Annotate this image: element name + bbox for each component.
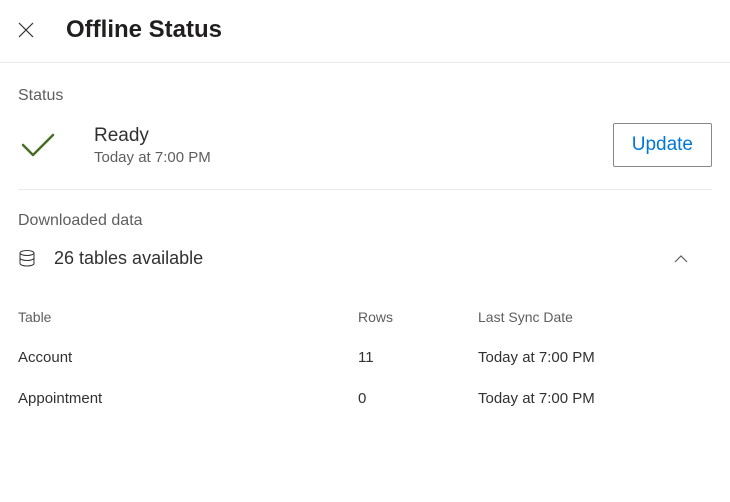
table-row: Account 11 Today at 7:00 PM	[18, 333, 712, 374]
cell-sync: Today at 7:00 PM	[478, 390, 712, 407]
cell-count: 0	[358, 390, 478, 407]
close-icon[interactable]	[18, 22, 34, 38]
tables-available-row[interactable]: 26 tables available	[18, 248, 712, 289]
tables-left: 26 tables available	[18, 248, 203, 269]
header-rows: Rows	[358, 309, 478, 325]
status-timestamp: Today at 7:00 PM	[94, 149, 211, 166]
checkmark-icon	[20, 127, 56, 163]
cell-sync: Today at 7:00 PM	[478, 349, 712, 366]
table-header: Table Rows Last Sync Date	[18, 301, 712, 333]
data-table: Table Rows Last Sync Date Account 11 Tod…	[18, 301, 712, 415]
status-section: Status Ready Today at 7:00 PM Update	[18, 87, 712, 190]
status-label: Status	[18, 87, 712, 105]
page-title: Offline Status	[66, 16, 222, 44]
content: Status Ready Today at 7:00 PM Update Dow…	[0, 63, 730, 415]
cell-count: 11	[358, 349, 478, 366]
status-left: Ready Today at 7:00 PM	[18, 125, 211, 166]
header: Offline Status	[0, 0, 730, 63]
table-row: Appointment 0 Today at 7:00 PM	[18, 374, 712, 415]
chevron-up-icon	[674, 255, 688, 263]
header-table: Table	[18, 309, 358, 325]
cell-name: Account	[18, 349, 358, 366]
update-button[interactable]: Update	[613, 123, 712, 167]
header-sync: Last Sync Date	[478, 309, 712, 325]
tables-available-label: 26 tables available	[54, 248, 203, 269]
cell-name: Appointment	[18, 390, 358, 407]
status-row: Ready Today at 7:00 PM Update	[18, 123, 712, 167]
database-icon	[18, 250, 36, 268]
downloaded-label: Downloaded data	[18, 212, 712, 230]
status-title: Ready	[94, 125, 211, 147]
downloaded-section: Downloaded data 26 tables available	[18, 212, 712, 415]
status-text: Ready Today at 7:00 PM	[94, 125, 211, 166]
